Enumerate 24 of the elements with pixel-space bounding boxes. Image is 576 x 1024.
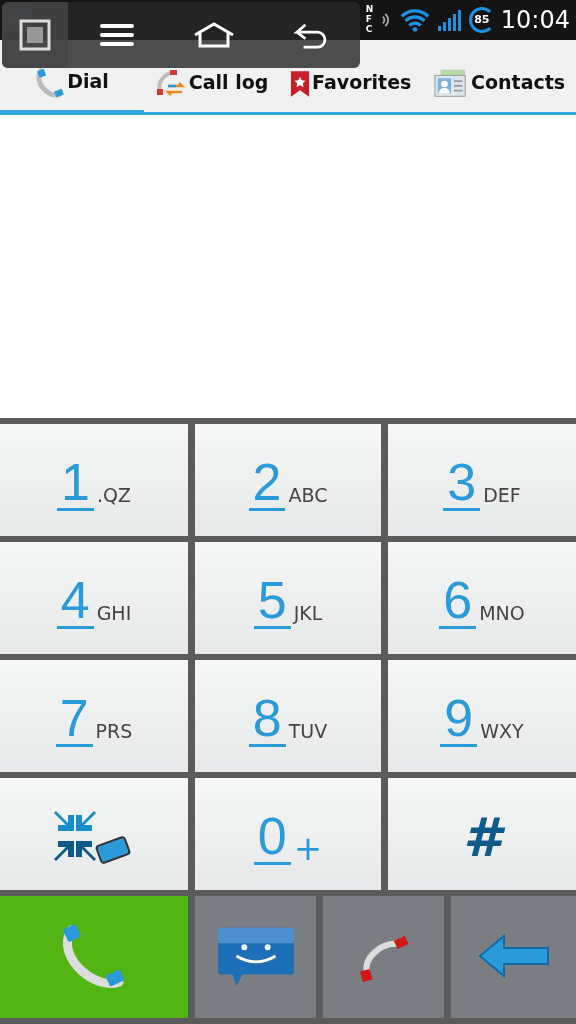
tab[interactable]: Call log: [144, 71, 280, 115]
wifi-icon: [398, 7, 431, 33]
signal-icon: [436, 8, 463, 32]
keypad-key[interactable]: 9 WXY: [388, 660, 576, 772]
keypad-key[interactable]: 1.QZ: [0, 424, 188, 536]
bookmark-star-icon: [290, 69, 311, 99]
menu-icon[interactable]: [99, 23, 134, 47]
keypad-key[interactable]: 6 MNO: [388, 542, 576, 654]
keypad-key[interactable]: 8 TUV: [195, 660, 381, 772]
keypad-key[interactable]: #: [388, 778, 576, 890]
clock: 10:04: [500, 6, 570, 34]
keypad-key[interactable]: [0, 778, 188, 890]
keypad-key[interactable]: 4 GHI: [0, 542, 188, 654]
keypad-key[interactable]: 7 PRS: [0, 660, 188, 772]
home-icon[interactable]: [192, 21, 236, 49]
tab[interactable]: Favorites: [279, 71, 423, 115]
recent-apps-icon[interactable]: [19, 19, 51, 51]
tab[interactable]: Contacts: [422, 71, 576, 115]
keypad-key[interactable]: 2 ABC: [195, 424, 381, 536]
smiley-chat-icon: [216, 925, 295, 989]
phone-icon: [35, 68, 66, 98]
keypad-key[interactable]: 3 DEF: [388, 424, 576, 536]
keypad-key[interactable]: 5 JKL: [195, 542, 381, 654]
nfc-label: NFC: [365, 5, 375, 35]
